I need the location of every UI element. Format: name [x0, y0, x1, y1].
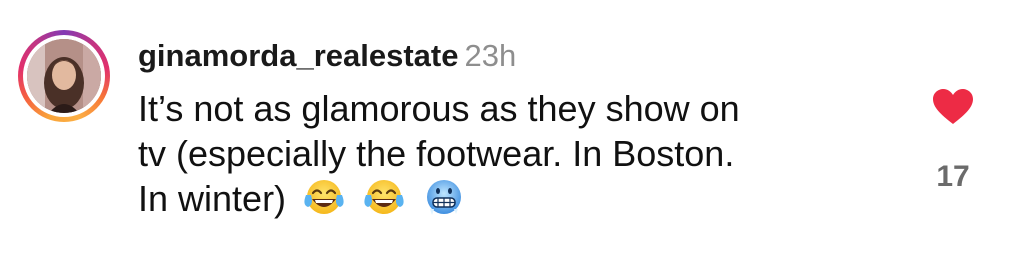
comment-line: In winter) — [138, 178, 287, 219]
like-column: 17 — [918, 88, 988, 194]
comment-line-last: In winter) — [138, 176, 898, 221]
comment-text: It’s not as glamorous as they show on tv… — [138, 86, 898, 221]
avatar[interactable] — [27, 39, 101, 113]
story-ring[interactable] — [18, 30, 110, 122]
username[interactable]: ginamorda_realestate — [138, 38, 458, 73]
like-count[interactable]: 17 — [918, 160, 988, 194]
comment-line: It’s not as glamorous as they show on — [138, 88, 740, 129]
tears-of-joy-emoji-icon — [364, 180, 404, 214]
comment-header: ginamorda_realestate 23h — [138, 36, 898, 76]
avatar-photo — [27, 39, 101, 113]
heart-icon[interactable] — [932, 88, 974, 126]
comment-content: ginamorda_realestate 23h It’s not as glam… — [138, 36, 898, 221]
comment: ginamorda_realestate 23h It’s not as glam… — [0, 0, 1024, 257]
comment-line: tv (especially the footwear. In Boston. — [138, 133, 735, 174]
cold-face-emoji-icon — [427, 180, 462, 215]
timestamp: 23h — [464, 38, 517, 73]
tears-of-joy-emoji-icon — [304, 180, 344, 214]
